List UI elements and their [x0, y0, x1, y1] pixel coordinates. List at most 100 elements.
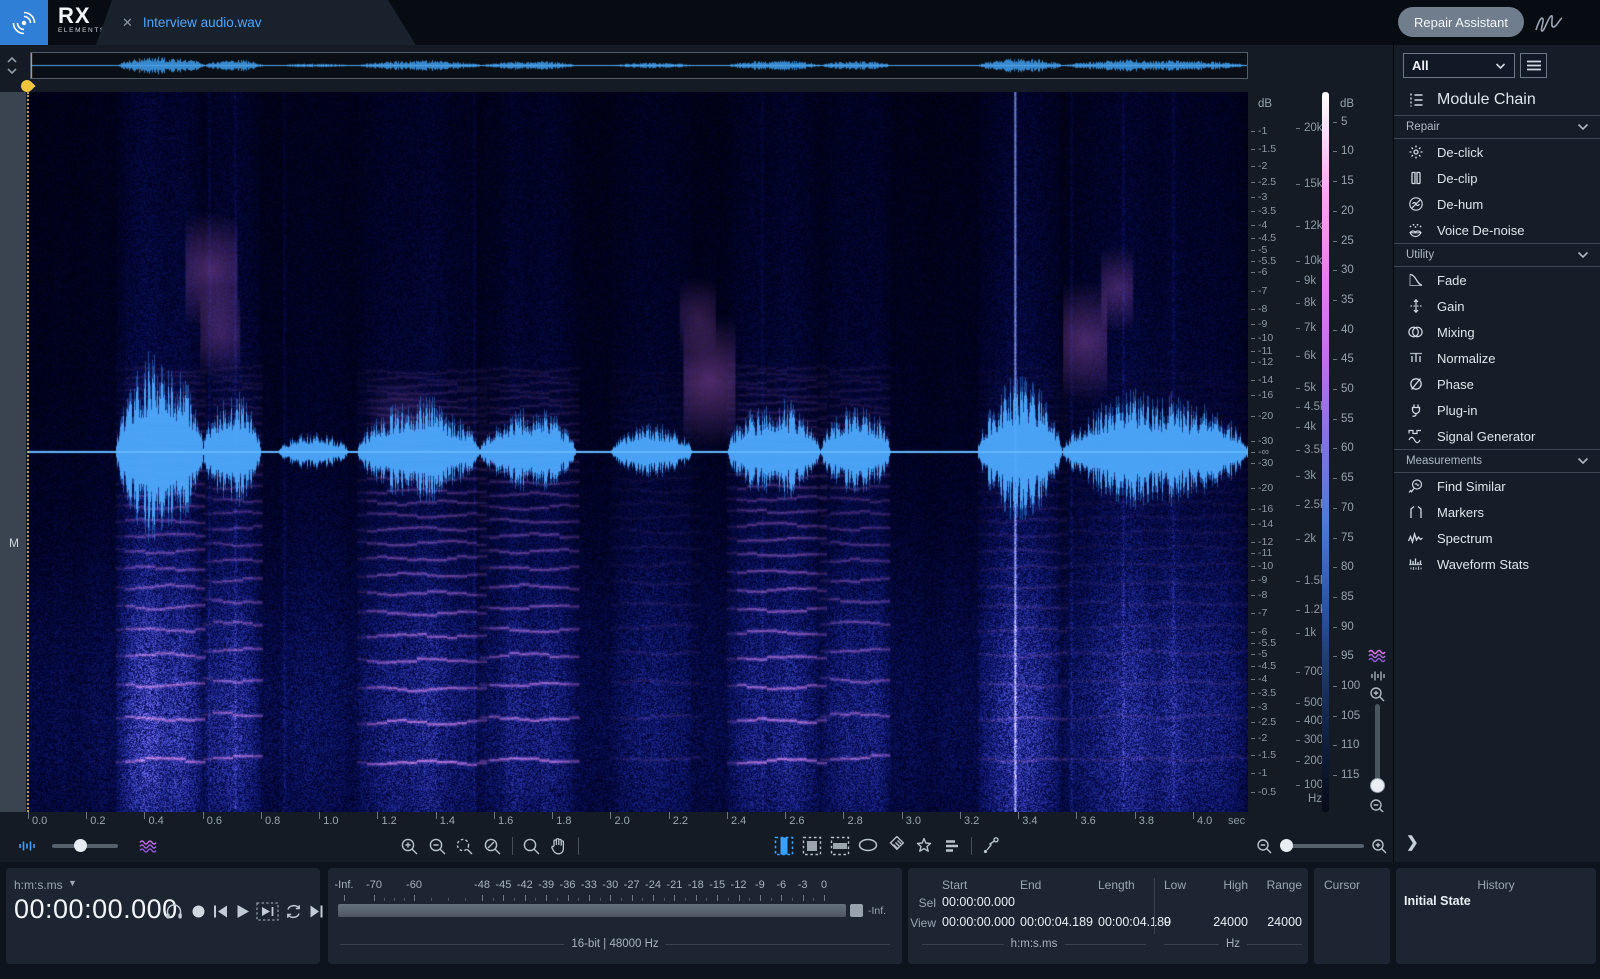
module-gain[interactable]: Gain: [1394, 293, 1600, 319]
spec-db-label: 15: [1341, 175, 1354, 187]
spec-db-tick: [1333, 359, 1337, 360]
monitor-headphones-button[interactable]: [164, 902, 184, 921]
freq-tick: [1296, 226, 1300, 227]
module-chain-item[interactable]: Module Chain: [1394, 87, 1600, 113]
return-to-start-button[interactable]: [212, 902, 229, 921]
zoom-in-icon[interactable]: [398, 835, 420, 857]
play-button[interactable]: [234, 902, 251, 921]
app-logo[interactable]: [0, 0, 48, 45]
signature-scribble-icon[interactable]: [1532, 10, 1566, 36]
history-entry[interactable]: Initial State: [1404, 894, 1471, 908]
file-tab[interactable]: ✕ Interview audio.wav: [96, 0, 416, 45]
section-header-utility[interactable]: Utility: [1394, 243, 1600, 267]
module-markers[interactable]: Markers: [1394, 499, 1600, 525]
waveform-view-icon[interactable]: [16, 835, 38, 857]
module-de-hum[interactable]: De-hum: [1394, 191, 1600, 217]
spec-db-label: 115: [1341, 769, 1359, 781]
tab-close-icon[interactable]: ✕: [122, 15, 133, 31]
spec-db-label: 55: [1341, 413, 1354, 425]
playhead-time-display[interactable]: 00:00:00.000: [14, 894, 178, 925]
meter-tick: [824, 895, 825, 901]
spectrogram-display-icon[interactable]: [1368, 648, 1388, 664]
waveform-scale-icon[interactable]: [1370, 670, 1386, 682]
sel-start[interactable]: 00:00:00.000: [942, 895, 1015, 909]
peak-indicator[interactable]: [850, 904, 863, 917]
freq-tick: [1296, 303, 1300, 304]
play-selection-button[interactable]: [256, 902, 279, 921]
brush-tool-icon[interactable]: [885, 835, 907, 857]
waveform-overview[interactable]: [30, 52, 1248, 79]
vertical-zoom-slider-thumb[interactable]: [1370, 778, 1385, 793]
module-filter-select[interactable]: All: [1403, 53, 1515, 78]
time-frequency-selection-tool-icon[interactable]: [801, 835, 823, 857]
time-selection-tool-icon[interactable]: [773, 835, 795, 857]
instant-process-tool-icon[interactable]: [980, 835, 1002, 857]
view-length[interactable]: 00:00:04.189: [1098, 915, 1171, 929]
horizontal-zoom-slider[interactable]: [1282, 844, 1364, 848]
lasso-tool-icon[interactable]: [857, 835, 879, 857]
module-menu-button[interactable]: [1520, 53, 1547, 78]
module-voice-de-noise[interactable]: Voice De-noise: [1394, 217, 1600, 243]
record-button[interactable]: [190, 902, 207, 921]
zoom-out-icon[interactable]: [426, 835, 448, 857]
wave-db-header: dB: [1258, 98, 1272, 110]
frequency-selection-tool-icon[interactable]: [829, 835, 851, 857]
ruler-label: 3.6: [1080, 815, 1095, 827]
vertical-zoom-in-icon[interactable]: [1369, 686, 1386, 703]
wave-db-label: -3: [1258, 701, 1267, 713]
module-waveform-stats[interactable]: Waveform Stats: [1394, 551, 1600, 577]
module-label: Phase: [1437, 377, 1474, 392]
view-start[interactable]: 00:00:00.000: [942, 915, 1015, 929]
phase-icon: [1407, 376, 1424, 393]
high-value[interactable]: 24000: [1196, 915, 1248, 929]
spectrogram-view-icon[interactable]: [137, 835, 159, 857]
wave-db-tick: [1251, 166, 1255, 167]
spec-db-label: 50: [1341, 383, 1354, 395]
horizontal-zoom-in-icon[interactable]: [1368, 835, 1390, 857]
wave-db-label: -∞: [1258, 446, 1269, 458]
loop-button[interactable]: [284, 902, 303, 921]
meter-tick: [610, 895, 611, 901]
section-header-measurements[interactable]: Measurements: [1394, 449, 1600, 473]
freq-label: 6k: [1304, 350, 1316, 362]
overview-resize-control[interactable]: [5, 54, 19, 78]
meter-scale-label: -27: [624, 879, 640, 891]
time-ruler[interactable]: 0.00.20.40.60.81.01.21.41.61.82.02.22.42…: [0, 812, 1393, 830]
meter-tick: [760, 895, 761, 901]
blend-slider-thumb[interactable]: [74, 839, 87, 852]
repair-assistant-button[interactable]: Repair Assistant: [1398, 7, 1524, 37]
time-format-selector[interactable]: h:m:s.ms: [14, 878, 63, 892]
range-value[interactable]: 24000: [1256, 915, 1302, 929]
expand-panel-button[interactable]: ❯: [1406, 833, 1419, 851]
module-de-click[interactable]: De-click: [1394, 139, 1600, 165]
harmonic-selection-tool-icon[interactable]: [941, 835, 963, 857]
section-header-repair[interactable]: Repair: [1394, 115, 1600, 139]
wave-db-tick: [1251, 654, 1255, 655]
meter-tick: [344, 895, 345, 901]
spectrogram-canvas[interactable]: [28, 92, 1248, 812]
time-format-dropdown-icon[interactable]: ▼: [68, 878, 77, 888]
ruler-label: 0.8: [265, 815, 280, 827]
module-find-similar[interactable]: Find Similar: [1394, 473, 1600, 499]
low-value[interactable]: 0: [1164, 915, 1171, 929]
module-spectrum[interactable]: Spectrum: [1394, 525, 1600, 551]
module-phase[interactable]: Phase: [1394, 371, 1600, 397]
meter-scale-label: -45: [495, 879, 511, 891]
horizontal-zoom-slider-thumb[interactable]: [1280, 839, 1293, 852]
zoom-tool-icon[interactable]: [520, 835, 542, 857]
channel-strip[interactable]: M: [0, 92, 26, 812]
horizontal-zoom-out-icon[interactable]: [1253, 835, 1275, 857]
magic-wand-tool-icon[interactable]: [913, 835, 935, 857]
wave-db-label: -2.5: [1258, 716, 1276, 728]
module-de-clip[interactable]: De-clip: [1394, 165, 1600, 191]
module-mixing[interactable]: Mixing: [1394, 319, 1600, 345]
module-plug-in[interactable]: Plug-in: [1394, 397, 1600, 423]
view-end[interactable]: 00:00:04.189: [1020, 915, 1093, 929]
module-signal-generator[interactable]: Signal Generator: [1394, 423, 1600, 449]
module-fade[interactable]: Fade: [1394, 267, 1600, 293]
grab-hand-icon[interactable]: [547, 835, 569, 857]
go-to-end-button[interactable]: [308, 902, 325, 921]
zoom-selection-icon[interactable]: [453, 835, 475, 857]
module-normalize[interactable]: Normalize: [1394, 345, 1600, 371]
zoom-reset-icon[interactable]: [481, 835, 503, 857]
